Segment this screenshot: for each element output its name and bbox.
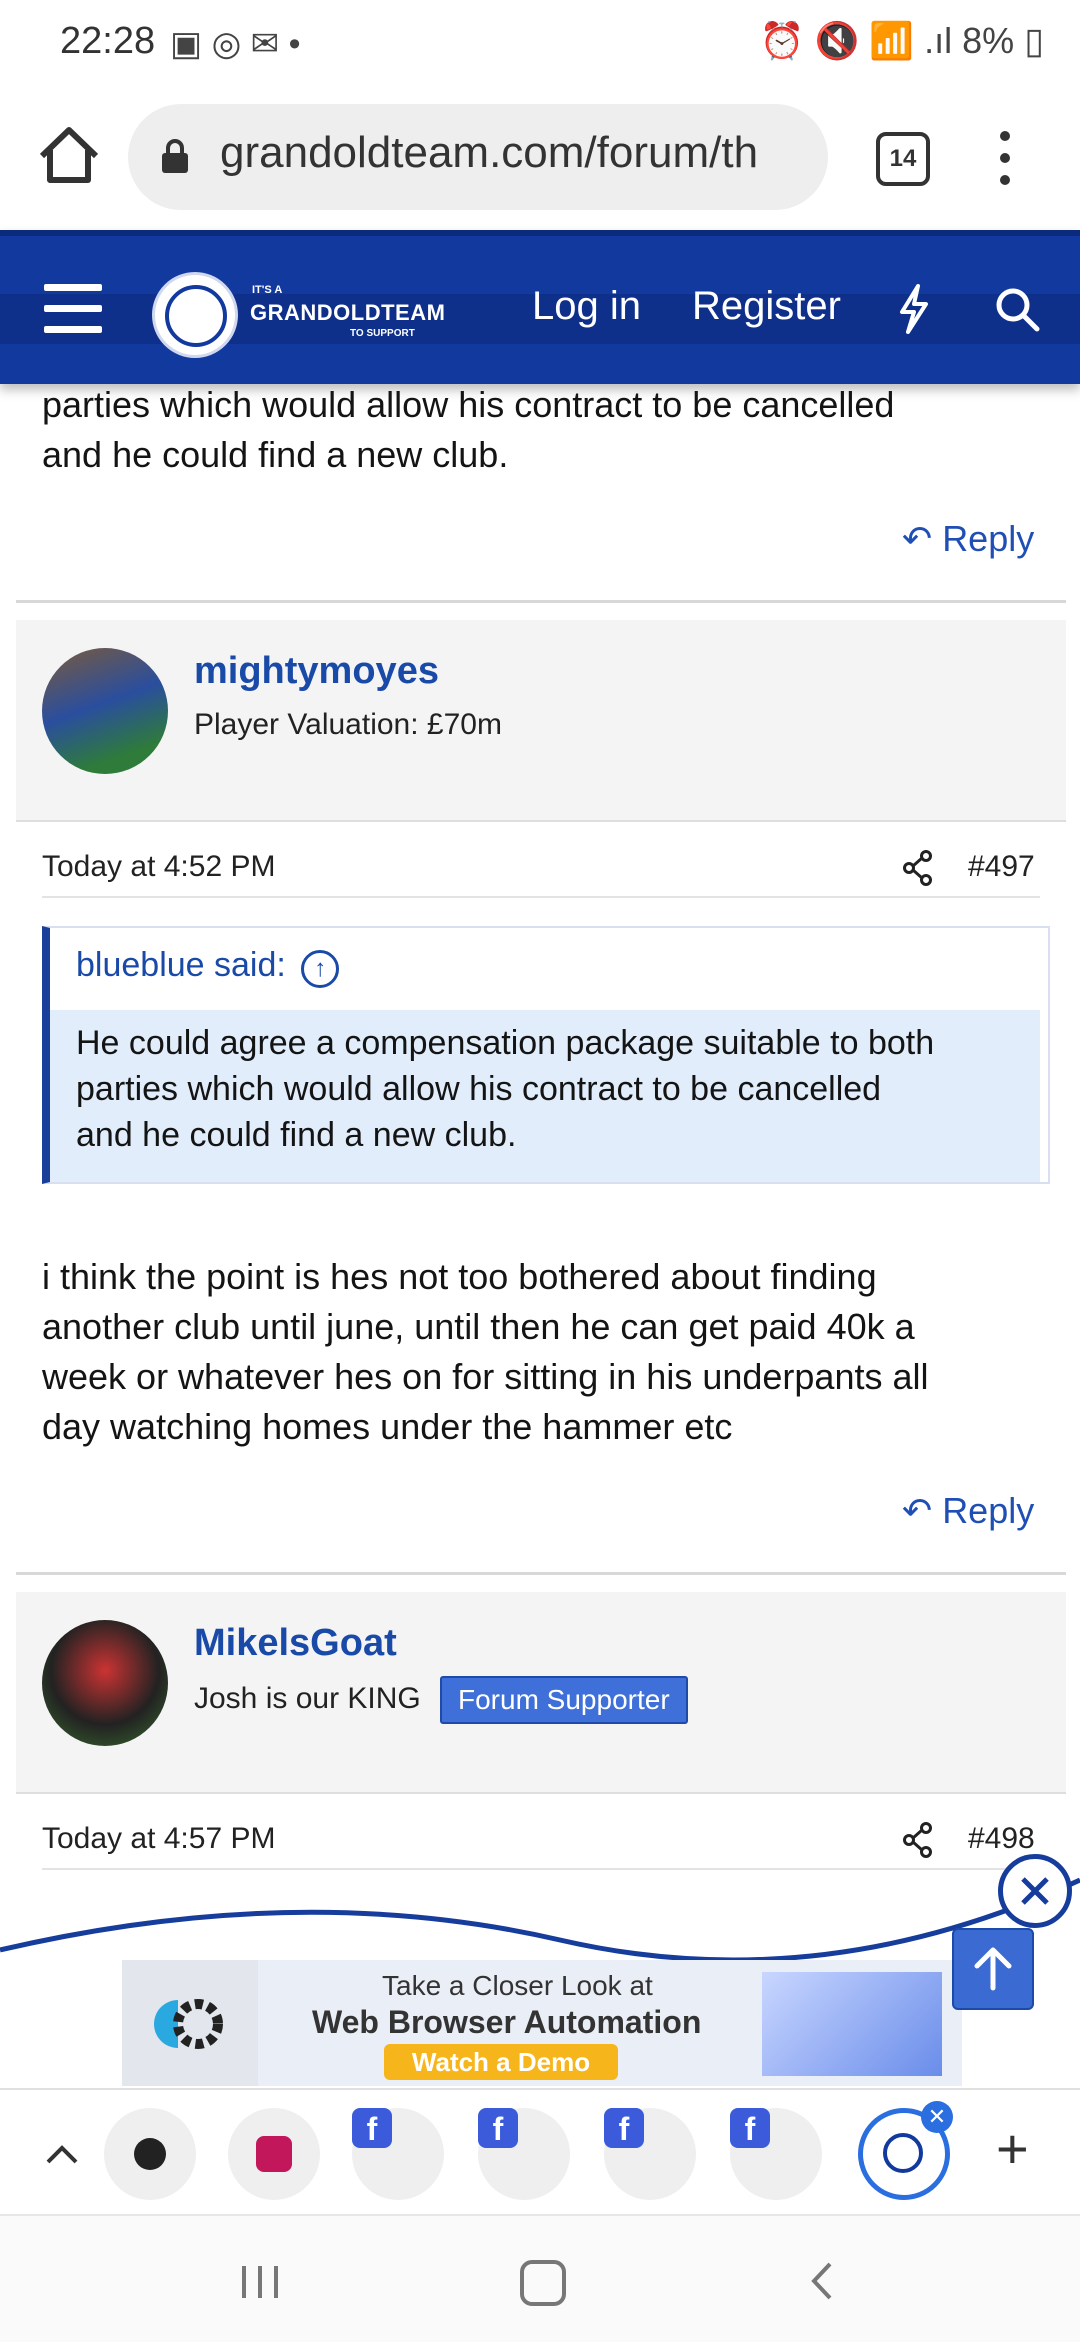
tab-thumbnail[interactable]: f: [604, 2108, 696, 2200]
gear-icon: [154, 1999, 223, 2049]
logo-crest-icon: [165, 285, 227, 347]
post-tail-text: parties which would allow his contract t…: [42, 380, 894, 480]
quote-author-line[interactable]: blueblue said: ↑: [76, 946, 340, 988]
home-nav-icon[interactable]: [520, 2260, 566, 2306]
logo-text: GRANDOLDTEAM: [250, 300, 446, 325]
search-icon[interactable]: [994, 286, 1040, 332]
forum-supporter-badge: Forum Supporter: [440, 1676, 688, 1724]
post-number[interactable]: #497: [968, 850, 1035, 884]
system-navigation-bar: [0, 2214, 1080, 2342]
username[interactable]: mightymoyes: [194, 650, 439, 693]
address-bar[interactable]: grandoldteam.com/forum/th: [128, 104, 828, 210]
arrow-up-icon: [974, 1947, 1012, 1991]
post-text-line: week or whatever hes on for sitting in h…: [42, 1356, 929, 1397]
user-title: Player Valuation: £70m: [194, 708, 502, 741]
close-tab-icon[interactable]: ✕: [921, 2101, 953, 2133]
ad-illustration: [762, 1972, 942, 2076]
logo-tagline: TO SUPPORT: [350, 328, 415, 339]
login-link[interactable]: Log in: [532, 284, 641, 329]
browser-toolbar: grandoldteam.com/forum/th 14: [0, 84, 1080, 230]
scroll-to-top-button[interactable]: [952, 1928, 1034, 2010]
post-text-line: parties which would allow his contract t…: [42, 384, 895, 425]
facebook-icon: f: [730, 2108, 770, 2148]
tab-switcher-button[interactable]: 14: [876, 132, 930, 186]
logo-text-small: IT'S A: [252, 284, 283, 296]
facebook-icon: f: [352, 2108, 392, 2148]
lock-icon: [162, 139, 188, 173]
quote-line: parties which would allow his contract t…: [76, 1070, 882, 1108]
system-icons: ⏰ 🔇 📶 .ıl: [759, 20, 953, 61]
ad-logo: [122, 1960, 258, 2086]
reply-button[interactable]: ↶ Reply: [902, 518, 1034, 560]
facebook-icon: f: [604, 2108, 644, 2148]
post-divider: [16, 1572, 1066, 1575]
post-timestamp[interactable]: Today at 4:52 PM: [42, 850, 275, 884]
site-logo-icon: [883, 2133, 923, 2173]
url-text: grandoldteam.com/forum/th: [220, 128, 759, 177]
reply-icon: ↶: [902, 1490, 933, 1531]
user-title: Josh is our KING: [194, 1682, 421, 1715]
register-link[interactable]: Register: [692, 284, 841, 329]
reply-icon: ↶: [902, 518, 933, 559]
meta-divider: [42, 896, 1040, 898]
ad-text-title: Web Browser Automation: [312, 2004, 702, 2040]
facebook-icon: f: [478, 2108, 518, 2148]
battery-level: 8%: [962, 20, 1015, 61]
post-divider: [16, 600, 1066, 603]
app-icon: [256, 2136, 292, 2172]
share-icon[interactable]: [902, 850, 934, 886]
quote-author: blueblue said:: [76, 946, 286, 984]
tab-thumbnail[interactable]: [228, 2108, 320, 2200]
username[interactable]: MikelsGoat: [194, 1622, 397, 1665]
quote-block: blueblue said: ↑ He could agree a compen…: [42, 926, 1050, 1184]
tab-thumbnail[interactable]: f: [478, 2108, 570, 2200]
ad-cta-button[interactable]: Watch a Demo: [384, 2044, 618, 2080]
post-text-line: day watching homes under the hammer etc: [42, 1406, 733, 1447]
close-ad-icon[interactable]: [998, 1854, 1072, 1928]
tab-thumbnail[interactable]: f: [730, 2108, 822, 2200]
site-header: IT'S A GRANDOLDTEAM TO SUPPORT Log in Re…: [0, 230, 1080, 384]
tab-thumbnail[interactable]: [104, 2108, 196, 2200]
reply-button[interactable]: ↶ Reply: [902, 1490, 1034, 1532]
site-logo[interactable]: [152, 272, 238, 358]
chevron-up-icon[interactable]: [44, 2142, 80, 2166]
battery-icon: ▯: [1024, 20, 1044, 61]
avatar[interactable]: [42, 648, 168, 774]
new-tab-button[interactable]: +: [996, 2116, 1029, 2181]
hamburger-menu-icon[interactable]: [44, 284, 102, 334]
ad-banner[interactable]: Take a Closer Look at Web Browser Automa…: [122, 1960, 962, 2086]
home-icon[interactable]: [34, 120, 104, 190]
post-text-line: and he could find a new club.: [42, 434, 509, 475]
status-time: 22:28: [60, 20, 156, 62]
tab-thumbnail[interactable]: f: [352, 2108, 444, 2200]
post-body: i think the point is hes not too bothere…: [42, 1252, 928, 1452]
status-right: ⏰ 🔇 📶 .ıl 8% ▯: [760, 20, 1044, 62]
back-icon[interactable]: [806, 2260, 836, 2302]
post-user-header: [16, 620, 1066, 822]
ad-text-line: Take a Closer Look at: [382, 1970, 653, 2001]
reply-label: Reply: [942, 518, 1035, 559]
post-text-line: another club until june, until then he c…: [42, 1306, 915, 1347]
status-bar: 22:28 ▣ ◎ ✉ • ⏰ 🔇 📶 .ıl 8% ▯: [0, 0, 1080, 84]
tab-thumbnail-active[interactable]: ✕: [858, 2101, 953, 2200]
arrow-up-circle-icon: ↑: [301, 950, 340, 988]
ad-wave: [0, 1877, 1080, 1970]
browser-tab-strip: f f f f ✕ +: [0, 2088, 1080, 2216]
recent-apps-icon[interactable]: [238, 2262, 282, 2302]
reply-label: Reply: [942, 1490, 1035, 1531]
quote-line: and he could find a new club.: [76, 1116, 517, 1154]
more-options-icon[interactable]: [990, 128, 1020, 188]
notification-icons: ▣ ◎ ✉ •: [170, 25, 301, 63]
quote-text: He could agree a compensation package su…: [50, 1010, 1040, 1182]
lightning-icon[interactable]: [896, 284, 932, 334]
globe-icon: [134, 2138, 166, 2170]
quote-line: He could agree a compensation package su…: [76, 1024, 935, 1062]
avatar[interactable]: [42, 1620, 168, 1746]
post-text-line: i think the point is hes not too bothere…: [42, 1256, 877, 1297]
